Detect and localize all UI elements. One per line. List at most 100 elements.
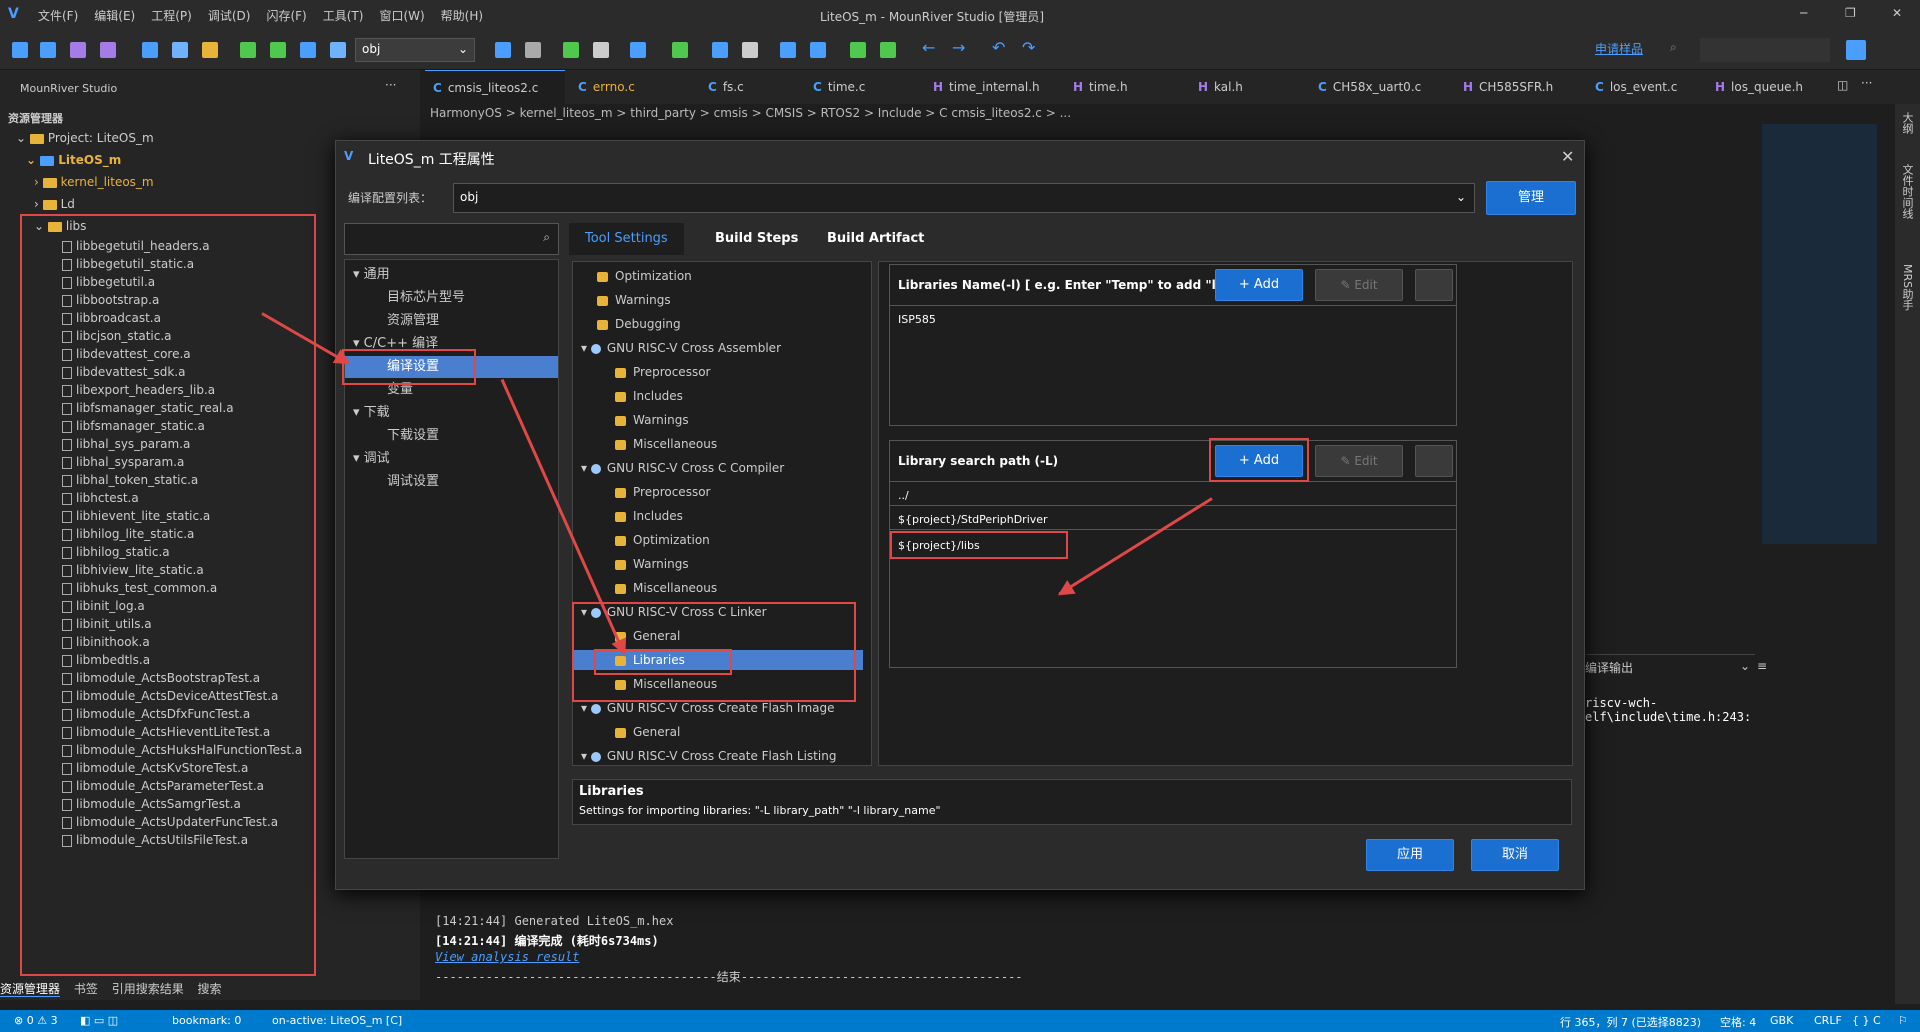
editor-tab[interactable]: C CH58x_uart0.c — [1310, 70, 1450, 104]
config-select[interactable]: obj ⌄ — [453, 183, 1475, 213]
manage-button[interactable]: 管理 — [1486, 181, 1576, 215]
tab-build-steps[interactable]: Build Steps — [699, 223, 814, 255]
lib-file-item[interactable]: libhiview_lite_static.a — [62, 560, 204, 580]
more-icon[interactable]: ··· — [385, 78, 396, 92]
editor-tab[interactable]: Ccmsis_liteos2.c — [425, 70, 565, 104]
delete-lib-button[interactable] — [1415, 269, 1453, 301]
menu-flash[interactable]: 闪存(F) — [266, 7, 306, 24]
nav-download[interactable]: ▾ 下载 — [353, 402, 390, 424]
lib-file-item[interactable]: libmodule_ActsDeviceAttestTest.a — [62, 686, 278, 706]
nav-download-settings[interactable]: 下载设置 — [387, 425, 439, 447]
indent-indicator[interactable]: 空格: 4 — [1720, 1014, 1756, 1030]
close-window-button[interactable]: ✕ — [1892, 6, 1902, 20]
lib-file-item[interactable]: libmbedtls.a — [62, 650, 150, 670]
apply-button[interactable]: 应用 — [1366, 839, 1454, 871]
tree-folder-ld[interactable]: › Ld — [34, 194, 75, 214]
erase-icon[interactable] — [525, 42, 541, 58]
assistant-tab[interactable]: MRS助手 — [1899, 264, 1915, 310]
lib-file-item[interactable]: libhievent_lite_static.a — [62, 506, 210, 526]
new-project-icon[interactable] — [142, 42, 158, 58]
language-indicator[interactable]: { } C — [1852, 1014, 1881, 1027]
code-icon[interactable] — [880, 42, 896, 58]
bookmark-indicator[interactable]: bookmark: 0 — [172, 1014, 241, 1027]
lib-file-item[interactable]: libhilog_lite_static.a — [62, 524, 194, 544]
open-icon[interactable] — [40, 42, 56, 58]
close-icon[interactable]: ✕ — [1561, 147, 1574, 166]
lib-file-item[interactable]: libmodule_ActsDfxFuncTest.a — [62, 704, 250, 724]
forward-icon[interactable]: → — [952, 38, 965, 57]
debug-icon[interactable] — [563, 42, 579, 58]
lib-file-item[interactable]: libmodule_ActsBootstrapTest.a — [62, 668, 260, 688]
editor-tab[interactable]: Clos_event.c — [1587, 70, 1712, 104]
lib-file-item[interactable]: libhal_sysparam.a — [62, 452, 184, 472]
lib-file-item[interactable]: libmodule_ActsUpdaterFuncTest.a — [62, 812, 278, 832]
tool-tree-item[interactable]: General — [615, 722, 680, 742]
comment-icon[interactable] — [810, 42, 826, 58]
timeline-tab[interactable]: 文件时间线 — [1899, 164, 1915, 219]
nav-general[interactable]: ▾ 通用 — [353, 264, 390, 286]
active-project-indicator[interactable]: on-active: LiteOS_m [C] — [272, 1014, 402, 1027]
outline-tab[interactable]: 大纲 — [1899, 112, 1915, 134]
save-all-icon[interactable] — [100, 42, 116, 58]
bug-icon[interactable] — [593, 42, 609, 58]
new-file-icon[interactable] — [12, 42, 28, 58]
tool-tree-item[interactable]: Miscellaneous — [615, 578, 717, 598]
lib-file-item[interactable]: libbegetutil.a — [62, 272, 155, 292]
tab-build-artifact[interactable]: Build Artifact — [811, 223, 940, 255]
tool-tree-item[interactable]: ▾ GNU RISC-V Cross Assembler — [581, 338, 781, 358]
settings-icon[interactable] — [202, 42, 218, 58]
editor-tab[interactable]: Hkal.h — [1190, 70, 1310, 104]
lib-file-item[interactable]: libfsmanager_static.a — [62, 416, 205, 436]
lib-file-item[interactable]: libfsmanager_static_real.a — [62, 398, 234, 418]
toolbar-search-input[interactable] — [1700, 38, 1830, 62]
lib-file-item[interactable]: libinit_utils.a — [62, 614, 152, 634]
notification-icon[interactable]: ⚐ — [1898, 1014, 1908, 1027]
chip-icon[interactable] — [672, 42, 688, 58]
menu-help[interactable]: 帮助(H) — [441, 7, 483, 24]
search-icon[interactable]: ⌕ — [1670, 40, 1677, 55]
format-icon[interactable] — [850, 42, 866, 58]
edit-lib-button[interactable]: ✎ Edit — [1315, 269, 1403, 301]
delete-path-button[interactable] — [1415, 445, 1453, 477]
lib-file-item[interactable]: libdevattest_sdk.a — [62, 362, 185, 382]
doc-icon[interactable] — [780, 42, 796, 58]
tool-tree-item[interactable]: ▾ GNU RISC-V Cross Create Flash Listing — [581, 746, 836, 766]
lib-file-item[interactable]: libhilog_static.a — [62, 542, 170, 562]
tab-explorer[interactable]: 资源管理器 — [0, 982, 61, 997]
tool-tree-item[interactable]: Warnings — [615, 554, 689, 574]
tool-tree-item[interactable]: Warnings — [597, 290, 671, 310]
tool-tree-item[interactable]: Preprocessor — [615, 362, 710, 382]
lib-path-row[interactable]: ../ — [898, 489, 909, 502]
lib-file-item[interactable]: libhal_token_static.a — [62, 470, 198, 490]
tab-tool-settings[interactable]: Tool Settings — [569, 223, 684, 255]
tool-icon[interactable] — [712, 42, 728, 58]
cancel-button[interactable]: 取消 — [1471, 839, 1559, 871]
tool-tree-item[interactable]: ▾ GNU RISC-V Cross C Compiler — [581, 458, 784, 478]
tool-tree-item[interactable]: Debugging — [597, 314, 681, 334]
build-icon[interactable] — [240, 42, 256, 58]
tree-folder-kernel[interactable]: › kernel_liteos_m — [34, 172, 154, 192]
apply-sample-link[interactable]: 申请样品 — [1595, 40, 1643, 57]
download-icon[interactable] — [300, 42, 316, 58]
lib-file-item[interactable]: libdevattest_core.a — [62, 344, 191, 364]
tree-root[interactable]: ⌄ LiteOS_m — [26, 150, 121, 170]
lib-file-item[interactable]: libmodule_ActsHieventLiteTest.a — [62, 722, 270, 742]
lib-file-item[interactable]: libinithook.a — [62, 632, 150, 652]
tab-search[interactable]: 搜索 — [198, 982, 222, 996]
output-selector[interactable]: 编译输出 ⌄ — [1585, 659, 1755, 679]
lib-file-item[interactable]: libhuks_test_common.a — [62, 578, 217, 598]
lib-file-item[interactable]: libmodule_ActsParameterTest.a — [62, 776, 264, 796]
layout-icon[interactable]: ◧ ▭ ◫ — [80, 1014, 118, 1027]
maximize-button[interactable]: ❐ — [1845, 6, 1856, 20]
lib-file-item[interactable]: libbegetutil_headers.a — [62, 236, 210, 256]
tool-tree-item[interactable]: Optimization — [597, 266, 692, 286]
clear-output-icon[interactable]: ≡ — [1757, 659, 1767, 673]
layers-icon[interactable] — [330, 42, 346, 58]
nav-debug-settings[interactable]: 调试设置 — [387, 471, 439, 493]
eol-indicator[interactable]: CRLF — [1814, 1014, 1842, 1027]
tab-bookmarks[interactable]: 书签 — [74, 982, 98, 996]
lib-file-item[interactable]: libexport_headers_lib.a — [62, 380, 215, 400]
build-config-select[interactable]: obj ⌄ — [355, 38, 475, 62]
encoding-indicator[interactable]: GBK — [1770, 1014, 1793, 1027]
lib-file-item[interactable]: libbroadcast.a — [62, 308, 161, 328]
